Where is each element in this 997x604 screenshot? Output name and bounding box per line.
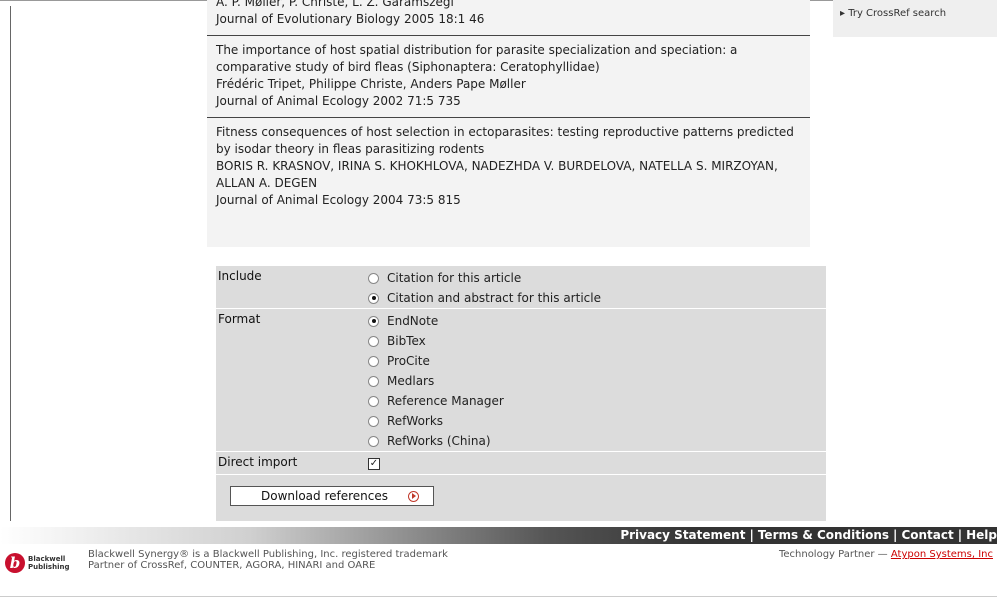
include-option-label: Citation for this article [387,271,522,285]
format-option-label: Medlars [387,374,435,388]
format-option[interactable]: RefWorks (China) [368,431,826,451]
download-references-label: Download references [261,489,389,503]
include-option[interactable]: Citation and abstract for this article [368,288,826,308]
format-option[interactable]: BibTex [368,331,826,351]
blackwell-logo: b Blackwell Publishing [5,553,69,573]
footer-link[interactable]: Contact [901,528,953,542]
reference-journal: Journal of Animal Ecology 2002 71:5 735 [216,94,461,108]
include-row: Include Citation for this article Citatio… [216,266,826,309]
format-radio[interactable] [368,415,379,427]
footer-link-separator: | [957,528,963,542]
crossref-box: ▸ Try CrossRef search [833,0,997,37]
format-options: EndNote BibTex ProCite Medlars Reference Man… [368,309,826,451]
direct-import-row: Direct import ✓ [216,452,826,475]
direct-import-checkbox[interactable]: ✓ [368,458,380,470]
direct-import-label: Direct import [218,455,298,469]
format-radio[interactable] [368,375,379,387]
reference-item: Fitness consequences of host selection i… [207,118,810,216]
include-radio[interactable] [368,272,379,284]
footer-trademark-line: Blackwell Synergy® is a Blackwell Publis… [88,549,448,560]
format-option-label: RefWorks [387,414,444,428]
footer-links: Privacy Statement | Terms & Conditions | Con… [620,528,997,542]
download-area: Download references [216,475,826,506]
include-option[interactable]: Citation for this article [368,268,826,288]
reference-item: A. P. Møller, P. Christe, L. Z. Garamsze… [207,0,810,36]
format-option-label: EndNote [387,314,439,328]
reference-list: A. P. Møller, P. Christe, L. Z. Garamsze… [207,0,810,247]
format-radio[interactable] [368,315,379,327]
footer-link-separator: | [893,528,898,542]
left-border [10,6,11,521]
format-radio[interactable] [368,355,379,367]
atypon-link[interactable]: Atypon Systems, Inc [891,549,993,560]
download-references-button[interactable]: Download references [230,486,434,506]
footer-partner-line: Partner of CrossRef, COUNTER, AGORA, HIN… [88,560,376,571]
format-option-label: BibTex [387,334,426,348]
footer-notice: Blackwell Synergy® is a Blackwell Publis… [88,549,448,571]
format-radio[interactable] [368,435,379,447]
blackwell-logo-icon: b [5,553,25,573]
footer-link[interactable]: Help [966,528,997,542]
format-option-label: Reference Manager [387,394,504,408]
reference-journal: Journal of Animal Ecology 2004 73:5 815 [216,193,461,207]
reference-title: The importance of host spatial distribut… [216,43,738,74]
footer-link[interactable]: Privacy Statement [620,528,745,542]
reference-authors: Frédéric Tripet, Philippe Christe, Ander… [216,77,526,91]
footer: b Blackwell Publishing Blackwell Synergy… [0,546,997,586]
format-option[interactable]: ProCite [368,351,826,371]
citation-download-form: Include Citation for this article Citatio… [216,266,826,521]
format-row: Format EndNote BibTex ProCite Medlars Refere… [216,309,826,452]
include-options: Citation for this article Citation and ab… [368,266,826,308]
format-label: Format [218,312,261,326]
reference-authors: BORIS R. KRASNOV, IRINA S. KHOKHLOVA, NA… [216,159,778,190]
footer-link[interactable]: Terms & Conditions [758,528,889,542]
format-radio[interactable] [368,335,379,347]
crossref-search-link[interactable]: ▸ Try CrossRef search [840,8,946,19]
footer-link-bar: Privacy Statement | Terms & Conditions | Con… [0,527,997,544]
reference-journal: Journal of Evolutionary Biology 2005 18:… [216,12,485,26]
direct-import-options: ✓ [368,452,826,474]
reference-item: The importance of host spatial distribut… [207,36,810,118]
arrow-right-icon [408,490,420,502]
include-option-label: Citation and abstract for this article [387,291,601,305]
logo-text-2: Publishing [28,563,70,571]
technology-partner: Technology Partner — Atypon Systems, Inc [779,549,993,560]
logo-text-1: Blackwell [28,555,66,563]
format-option[interactable]: RefWorks [368,411,826,431]
format-option[interactable]: Reference Manager [368,391,826,411]
format-option[interactable]: EndNote [368,311,826,331]
include-radio[interactable] [368,292,379,304]
format-option-label: ProCite [387,354,430,368]
reference-title: Fitness consequences of host selection i… [216,125,794,156]
bottom-border [0,596,997,597]
format-option-label: RefWorks (China) [387,434,491,448]
tech-partner-label: Technology Partner — [778,549,891,560]
format-radio[interactable] [368,395,379,407]
footer-link-separator: | [749,528,754,542]
format-option[interactable]: Medlars [368,371,826,391]
reference-authors: A. P. Møller, P. Christe, L. Z. Garamsze… [216,0,454,9]
include-label: Include [218,269,262,283]
